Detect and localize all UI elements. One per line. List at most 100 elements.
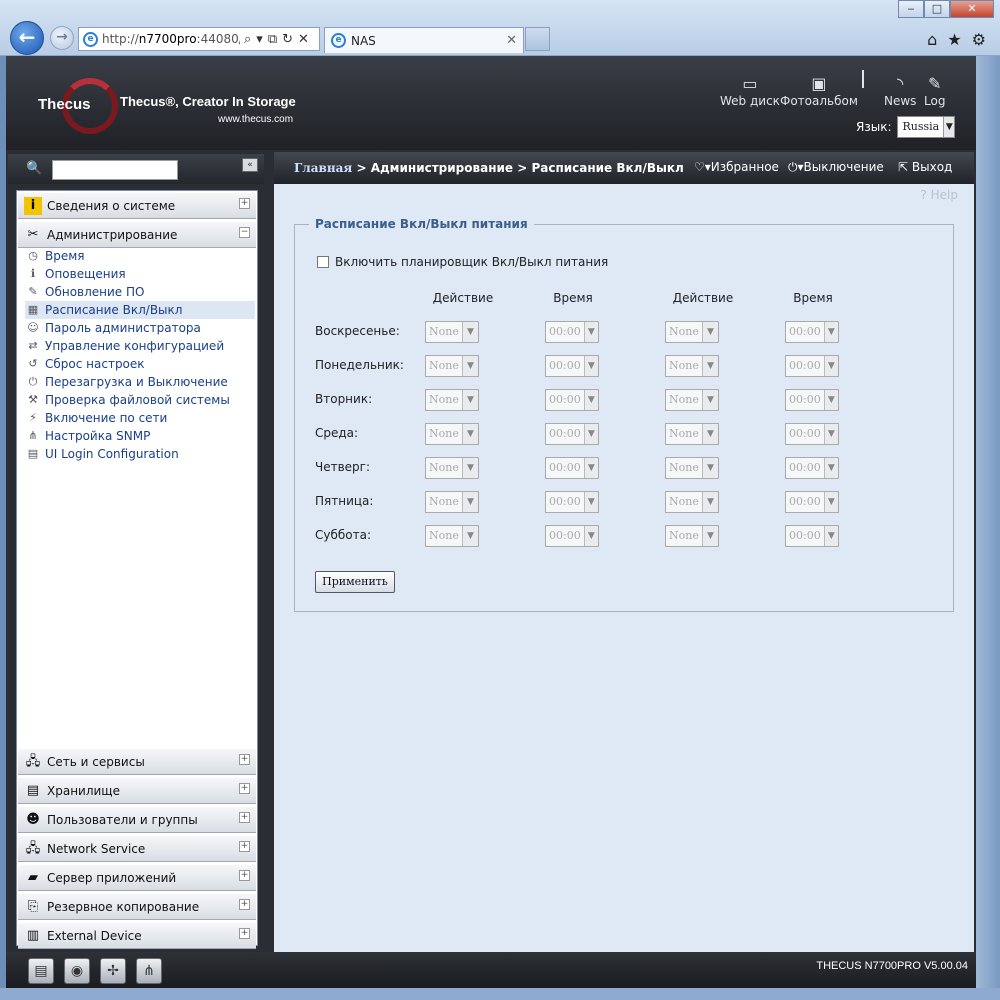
- time-select[interactable]: 00:00 ▼: [545, 355, 599, 377]
- time-select[interactable]: 00:00 ▼: [545, 389, 599, 411]
- time-select[interactable]: 00:00 ▼: [785, 491, 839, 513]
- photo-album-link[interactable]: ▣ Фотоальбом: [780, 74, 858, 108]
- action-select[interactable]: None ▼: [665, 321, 719, 343]
- sidebar-item-config-management[interactable]: ⇄ Управление конфигурацией: [25, 337, 255, 355]
- category-network-service[interactable]: 🖧 Network Service +: [18, 836, 256, 862]
- language-select[interactable]: Russia ▼: [897, 116, 956, 138]
- header-divider: [862, 70, 864, 88]
- search-input[interactable]: [52, 160, 178, 180]
- time-select[interactable]: 00:00 ▼: [545, 491, 599, 513]
- time-select[interactable]: 00:00 ▼: [785, 321, 839, 343]
- action-select[interactable]: None ▼: [425, 423, 479, 445]
- logout-button[interactable]: ⇱ Выход: [898, 160, 952, 174]
- sidebar-item-factory-reset[interactable]: ↺ Сброс настроек: [25, 355, 255, 373]
- sidebar-item-reboot-shutdown[interactable]: ⏻ Перезагрузка и Выключение: [25, 373, 255, 391]
- network-icon: 🖧: [25, 753, 41, 769]
- time-select[interactable]: 00:00 ▼: [545, 457, 599, 479]
- action-select[interactable]: None ▼: [425, 491, 479, 513]
- stop-icon[interactable]: ✕: [298, 32, 309, 47]
- sidebar-item-time[interactable]: ◷ Время: [25, 247, 255, 265]
- sidebar-item-filesystem-check[interactable]: ⚒ Проверка файловой системы: [25, 391, 255, 409]
- schedule-row: Вторник: None ▼ 00:00 ▼ None ▼ 00:00 ▼: [315, 389, 935, 411]
- address-bar[interactable]: e http://n7700pro:44080/a ⌕ ▾ ⧉ ↻ ✕: [78, 27, 320, 51]
- log-link[interactable]: ✎ Log: [924, 74, 945, 108]
- webdisk-link[interactable]: ▭ Web диск: [720, 74, 780, 108]
- storage-status-icon[interactable]: ▤: [28, 958, 54, 984]
- sidebar-item-admin-password[interactable]: ☺ Пароль администратора: [25, 319, 255, 337]
- wol-icon: ⚡: [29, 411, 37, 424]
- time-select[interactable]: 00:00 ▼: [545, 423, 599, 445]
- action-select[interactable]: None ▼: [425, 525, 479, 547]
- time-select[interactable]: 00:00 ▼: [785, 423, 839, 445]
- action-select[interactable]: None ▼: [665, 423, 719, 445]
- enable-scheduler-checkbox[interactable]: [317, 256, 329, 268]
- nas-app: Thecus Thecus®, Creator In Storage www.t…: [6, 56, 976, 988]
- action-select[interactable]: None ▼: [425, 389, 479, 411]
- network-service-icon: 🖧: [25, 840, 41, 856]
- category-users-groups[interactable]: ☻ Пользователи и группы +: [18, 807, 256, 833]
- category-administration[interactable]: ✂ Администрирование −: [18, 222, 256, 248]
- rss-icon: ◝: [897, 74, 904, 93]
- back-button[interactable]: ←: [10, 21, 44, 55]
- sidebar-item-ui-login-config[interactable]: ▤ UI Login Configuration: [25, 445, 255, 463]
- category-backup[interactable]: ⎘ Резервное копирование +: [18, 894, 256, 920]
- power-icon: ⏻: [28, 375, 38, 388]
- enable-scheduler[interactable]: Включить планировщик Вкл/Выкл питания: [317, 255, 608, 269]
- shutdown-button[interactable]: ⏻▾Выключение: [788, 160, 884, 175]
- sidebar-item-wake-on-lan[interactable]: ⚡ Включение по сети: [25, 409, 255, 427]
- apply-button[interactable]: Применить: [315, 571, 395, 593]
- search-icon[interactable]: ⌕: [244, 32, 251, 47]
- sidebar-item-snmp[interactable]: ⋔ Настройка SNMP: [25, 427, 255, 445]
- sidebar-item-power-schedule[interactable]: ▦ Расписание Вкл/Выкл: [25, 301, 255, 319]
- action-select[interactable]: None ▼: [665, 525, 719, 547]
- forward-button[interactable]: →: [50, 26, 74, 50]
- log-icon: ✎: [928, 74, 942, 93]
- breadcrumb-home[interactable]: Главная: [294, 161, 352, 175]
- action-select[interactable]: None ▼: [665, 457, 719, 479]
- webdisk-icon: ▭: [742, 74, 758, 93]
- chevron-down-icon[interactable]: ▾: [256, 32, 263, 47]
- minimize-button[interactable]: ‒: [898, 0, 924, 18]
- time-select[interactable]: 00:00 ▼: [785, 525, 839, 547]
- sidebar-item-notifications[interactable]: ℹ Оповещения: [25, 265, 255, 283]
- time-select[interactable]: 00:00 ▼: [545, 321, 599, 343]
- thecus-logo: Thecus: [32, 78, 132, 134]
- category-storage[interactable]: ▤ Хранилище +: [18, 778, 256, 804]
- chevron-down-icon: ▼: [702, 526, 718, 546]
- category-network[interactable]: 🖧 Сеть и сервисы +: [18, 749, 256, 775]
- fan-status-icon[interactable]: ✢: [100, 958, 126, 984]
- ie-page-icon: e: [83, 31, 98, 47]
- col-header-time-2: Время: [793, 291, 833, 305]
- network-status-icon[interactable]: ⋔: [136, 958, 162, 984]
- sidebar-item-firmware-update[interactable]: ✎ Обновление ПО: [25, 283, 255, 301]
- time-select[interactable]: 00:00 ▼: [785, 457, 839, 479]
- action-select[interactable]: None ▼: [425, 321, 479, 343]
- time-select[interactable]: 00:00 ▼: [545, 525, 599, 547]
- action-select[interactable]: None ▼: [425, 355, 479, 377]
- category-system-info[interactable]: i Сведения о системе +: [18, 193, 256, 219]
- gear-icon[interactable]: ⚙: [972, 30, 986, 49]
- action-select[interactable]: None ▼: [665, 355, 719, 377]
- time-select[interactable]: 00:00 ▼: [785, 355, 839, 377]
- close-window-button[interactable]: ✕: [950, 0, 994, 18]
- compat-view-icon[interactable]: ⧉: [268, 32, 277, 47]
- news-link[interactable]: ◝ News: [884, 74, 916, 108]
- category-external-device[interactable]: ▥ External Device +: [18, 923, 256, 949]
- collapse-sidebar-button[interactable]: «: [242, 158, 258, 172]
- browser-tab[interactable]: e NAS ✕: [324, 27, 524, 53]
- action-select[interactable]: None ▼: [665, 491, 719, 513]
- address-url[interactable]: http://n7700pro:44080/a: [102, 32, 240, 46]
- action-select[interactable]: None ▼: [425, 457, 479, 479]
- home-icon[interactable]: ⌂: [927, 30, 937, 49]
- category-app-server[interactable]: ▰ Сервер приложений +: [18, 865, 256, 891]
- close-tab-icon[interactable]: ✕: [506, 33, 517, 48]
- refresh-icon[interactable]: ↻: [282, 32, 293, 47]
- favorites-button[interactable]: ♡▾Избранное: [694, 160, 779, 174]
- action-select[interactable]: None ▼: [665, 389, 719, 411]
- disk-status-icon[interactable]: ◉: [64, 958, 90, 984]
- new-tab-button[interactable]: [525, 27, 550, 51]
- help-link[interactable]: ? Help: [920, 188, 958, 202]
- favorites-star-icon[interactable]: ★: [947, 30, 961, 49]
- time-select[interactable]: 00:00 ▼: [785, 389, 839, 411]
- maximize-button[interactable]: □: [924, 0, 950, 18]
